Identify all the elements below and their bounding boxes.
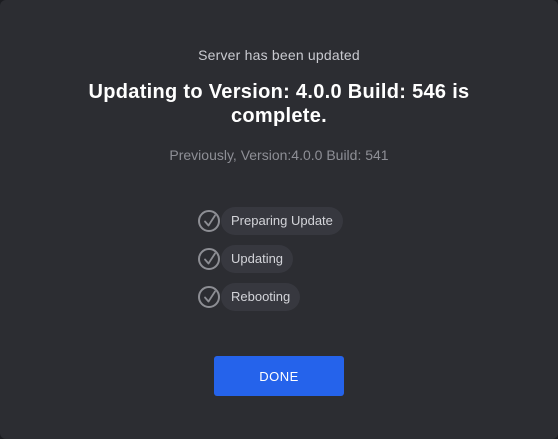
checkmark-circle-icon bbox=[198, 286, 220, 308]
dialog-headline: Updating to Version: 4.0.0 Build: 546 is… bbox=[88, 81, 470, 127]
dialog-subtitle: Server has been updated bbox=[198, 47, 360, 63]
step-label: Updating bbox=[221, 245, 294, 273]
previous-version-text: Previously, Version:4.0.0 Build: 541 bbox=[169, 147, 389, 163]
step-label: Rebooting bbox=[221, 283, 301, 311]
step-label: Preparing Update bbox=[221, 207, 343, 235]
checkmark-circle-icon bbox=[198, 248, 220, 270]
update-complete-dialog: Server has been updated Updating to Vers… bbox=[0, 0, 558, 439]
checkmark-circle-icon bbox=[198, 210, 220, 232]
done-button[interactable]: DONE bbox=[214, 356, 344, 396]
